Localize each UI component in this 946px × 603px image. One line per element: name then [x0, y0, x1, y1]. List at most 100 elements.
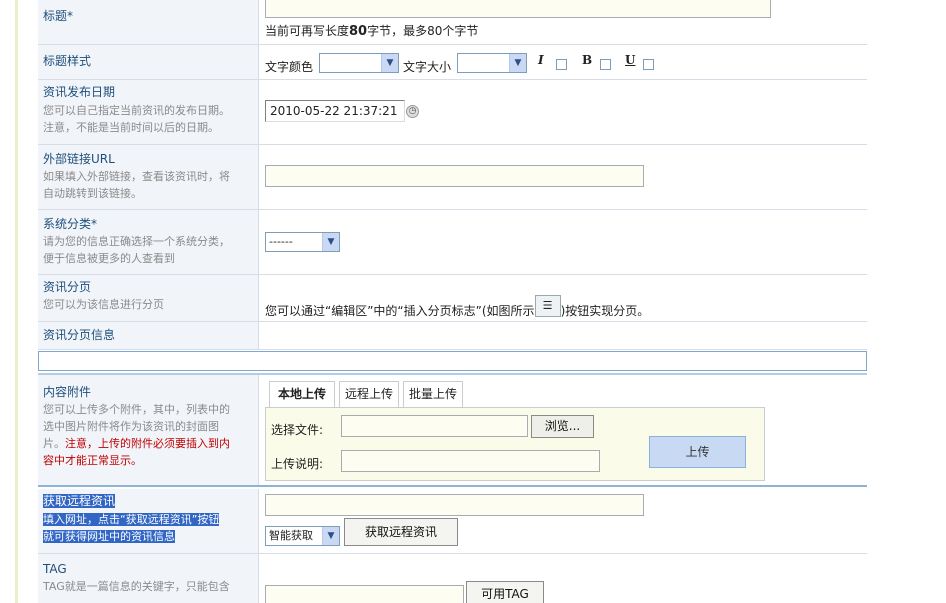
bold-label: B: [582, 53, 593, 67]
attachment-desc1: 您可以上传多个附件，其中，列表中的: [43, 403, 230, 416]
page-info-label: 资讯分页信息: [43, 328, 116, 342]
tab-batch-upload[interactable]: 批量上传: [403, 381, 463, 408]
fetch-mode-value: 智能获取: [269, 529, 313, 542]
url-row: 外部链接URL 如果填入外部链接，查看该资讯时，将 自动跳转到该链接。: [38, 145, 867, 210]
title-input[interactable]: [265, 0, 771, 18]
tag-label: TAG: [43, 562, 67, 576]
size-label: 文字大小: [403, 60, 452, 74]
remote-value-cell: 智能获取 ▼ 获取远程资讯: [260, 489, 867, 553]
attachment-warning1: 注意，上传的附件必须要插入到内: [65, 437, 230, 450]
tag-input[interactable]: [265, 585, 464, 603]
attachment-warning2: 容中才能正常显示。: [43, 454, 142, 467]
remote-desc2-line: 就可获得网址中的资讯信息: [43, 528, 258, 545]
category-desc1: 请为您的信息正确选择一个系统分类，: [43, 235, 230, 248]
chevron-down-icon: ▼: [322, 527, 339, 545]
clock-icon[interactable]: ◷: [406, 105, 419, 118]
page-info-value-cell: [260, 322, 867, 349]
title-value-cell: 当前可再写长度80字节，最多80个字节: [260, 0, 867, 44]
tab-remote-upload[interactable]: 远程上传: [339, 381, 399, 408]
remote-label-cell: 获取远程资讯 填入网址，点击“获取远程资讯”按钮 就可获得网址中的资讯信息: [38, 489, 259, 553]
tag-label-cell: TAG TAG就是一篇信息的关键字，只能包含: [38, 554, 259, 603]
remote-desc2: 就可获得网址中的资讯信息: [43, 530, 175, 543]
color-select[interactable]: ▼: [319, 53, 399, 73]
underline-checkbox[interactable]: [643, 59, 654, 70]
title-count: 80: [349, 24, 368, 39]
category-value-cell: ------ ▼: [260, 210, 867, 274]
tag-desc1: TAG就是一篇信息的关键字，只能包含: [43, 580, 230, 593]
title-label-cell: 标题*: [38, 0, 259, 44]
remote-desc1: 填入网址，点击“获取远程资讯”按钮: [43, 513, 220, 526]
url-value-cell: [260, 145, 867, 209]
chevron-down-icon: ▼: [381, 54, 398, 72]
note-input[interactable]: [341, 450, 600, 472]
file-input[interactable]: [341, 415, 528, 437]
paging-text1: 您可以通过“编辑区”中的“插入分页标志”(如图所示: [265, 304, 535, 318]
page-info-label-cell: 资讯分页信息: [38, 322, 259, 349]
italic-label: I: [538, 53, 544, 67]
attachment-desc2: 选中图片附件将作为该资讯的封面图: [43, 420, 219, 433]
date-label: 资讯发布日期: [43, 85, 116, 99]
available-tag-button[interactable]: 可用TAG: [466, 581, 544, 603]
date-row: 资讯发布日期 您可以自己指定当前资讯的发布日期。 注意，不能是当前时间以后的日期…: [38, 80, 867, 145]
title-row: 标题* 当前可再写长度80字节，最多80个字节: [38, 0, 867, 45]
color-label: 文字颜色: [265, 60, 314, 74]
style-label-cell: 标题样式: [38, 45, 259, 79]
url-input[interactable]: [265, 165, 644, 187]
note-label: 上传说明:: [271, 457, 324, 471]
paging-value-cell: 您可以通过“编辑区”中的“插入分页标志”(如图所示 ☰)按钮实现分页。: [260, 275, 867, 321]
tag-row: TAG TAG就是一篇信息的关键字，只能包含 可用TAG: [38, 554, 867, 603]
underline-label: U: [625, 53, 636, 67]
attachment-value-cell: 本地上传 远程上传 批量上传 选择文件: 浏览... 上传说明: 上传: [260, 375, 867, 485]
attachment-row: 内容附件 您可以上传多个附件，其中，列表中的 选中图片附件将作为该资讯的封面图 …: [38, 373, 867, 487]
italic-checkbox[interactable]: [556, 59, 567, 70]
upload-panel: 选择文件: 浏览... 上传说明: 上传: [265, 407, 765, 481]
date-value: 2010-05-22 21:37:21: [270, 104, 398, 118]
date-desc2: 注意，不能是当前时间以后的日期。: [43, 121, 219, 134]
remote-label: 获取远程资讯: [43, 494, 116, 508]
upload-button[interactable]: 上传: [649, 436, 746, 468]
remote-label-line: 获取远程资讯: [43, 493, 258, 510]
attachment-desc3: 片。: [43, 437, 65, 450]
attachment-desc3-line: 片。注意，上传的附件必须要插入到内: [43, 435, 258, 452]
remote-fetch-row: 获取远程资讯 填入网址，点击“获取远程资讯”按钮 就可获得网址中的资讯信息 智能…: [38, 489, 867, 554]
remote-url-input[interactable]: [265, 494, 644, 516]
chevron-down-icon: ▼: [509, 54, 526, 72]
title-hint: 当前可再写长度80字节，最多80个字节: [265, 22, 478, 39]
chevron-down-icon: ▼: [322, 233, 339, 251]
attachment-label-cell: 内容附件 您可以上传多个附件，其中，列表中的 选中图片附件将作为该资讯的封面图 …: [38, 375, 259, 485]
title-hint-text: 当前可再写长度: [265, 24, 350, 38]
date-desc1: 您可以自己指定当前资讯的发布日期。: [43, 104, 230, 117]
style-row: 标题样式 文字颜色 ▼ 文字大小 ▼ I B U: [38, 45, 867, 80]
fetch-mode-select[interactable]: 智能获取 ▼: [265, 526, 340, 546]
title-hint-text2: 字节，最多80个字节: [367, 24, 479, 38]
title-label: 标题*: [43, 9, 74, 23]
category-selected: ------: [269, 235, 293, 248]
fetch-remote-button[interactable]: 获取远程资讯: [344, 518, 458, 546]
paging-text: 您可以通过“编辑区”中的“插入分页标志”(如图所示 ☰)按钮实现分页。: [265, 295, 649, 319]
url-label: 外部链接URL: [43, 152, 115, 166]
paging-row: 资讯分页 您可以为该信息进行分页 您可以通过“编辑区”中的“插入分页标志”(如图…: [38, 275, 867, 322]
tag-value-cell: 可用TAG: [260, 554, 867, 603]
page-info-panel: [38, 351, 867, 371]
page-break-icon: ☰: [534, 295, 561, 317]
page-info-row: 资讯分页信息: [38, 322, 867, 350]
paging-desc: 您可以为该信息进行分页: [43, 298, 164, 311]
size-select[interactable]: ▼: [457, 53, 527, 73]
left-border: [15, 0, 18, 603]
paging-label: 资讯分页: [43, 280, 92, 294]
category-select[interactable]: ------ ▼: [265, 232, 340, 252]
paging-label-cell: 资讯分页 您可以为该信息进行分页: [38, 275, 259, 321]
style-value-cell: 文字颜色 ▼ 文字大小 ▼ I B U: [260, 45, 867, 79]
paging-text2: )按钮实现分页。: [560, 304, 650, 318]
bold-checkbox[interactable]: [600, 59, 611, 70]
category-desc2: 便于信息被更多的人查看到: [43, 252, 175, 265]
attachment-label: 内容附件: [43, 385, 92, 399]
url-desc2: 自动跳转到该链接。: [43, 187, 142, 200]
url-label-cell: 外部链接URL 如果填入外部链接，查看该资讯时，将 自动跳转到该链接。: [38, 145, 259, 209]
category-row: 系统分类* 请为您的信息正确选择一个系统分类， 便于信息被更多的人查看到 ---…: [38, 210, 867, 275]
tab-local-upload[interactable]: 本地上传: [269, 381, 335, 408]
remote-desc1-line: 填入网址，点击“获取远程资讯”按钮: [43, 511, 258, 528]
date-label-cell: 资讯发布日期 您可以自己指定当前资讯的发布日期。 注意，不能是当前时间以后的日期…: [38, 80, 259, 144]
date-input[interactable]: 2010-05-22 21:37:21: [265, 100, 405, 122]
browse-button[interactable]: 浏览...: [531, 415, 594, 438]
